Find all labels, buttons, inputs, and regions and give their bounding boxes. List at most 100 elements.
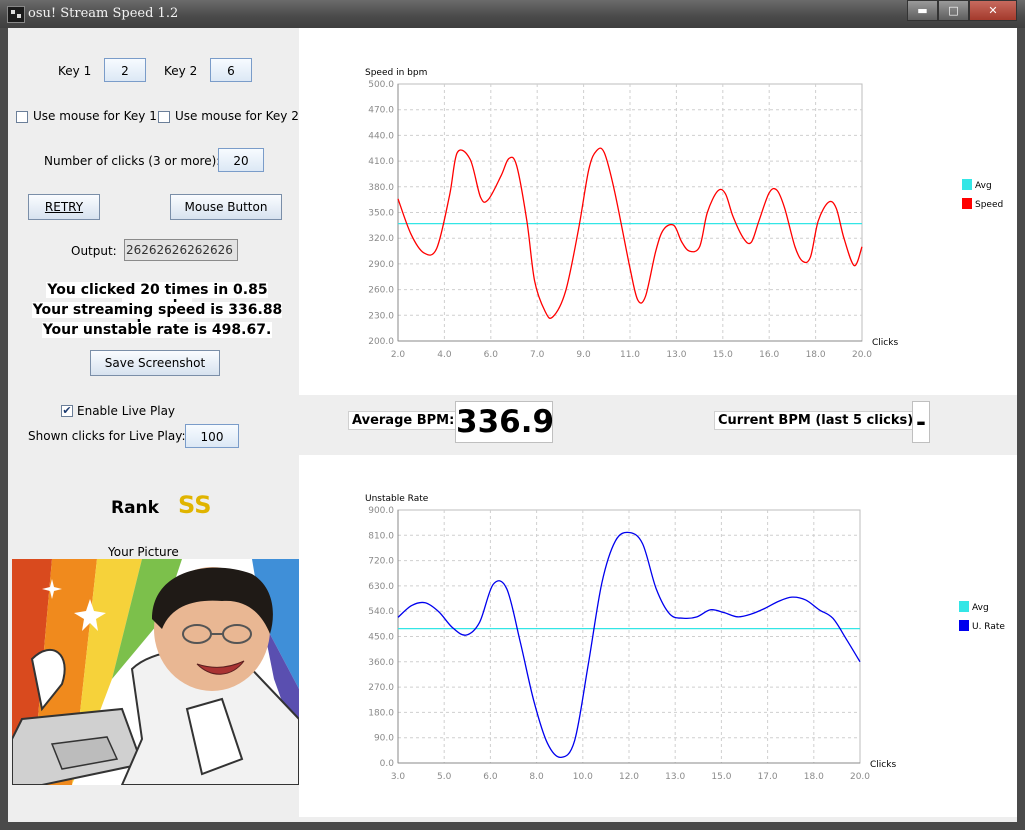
clicks-label: Number of clicks (3 or more): <box>44 154 221 168</box>
y-tick-label: 470.0 <box>368 106 394 116</box>
y-tick-label: 380.0 <box>368 183 394 193</box>
legend-swatch <box>959 620 969 631</box>
legend-swatch <box>959 601 969 612</box>
y-tick-label: 180.0 <box>368 708 394 718</box>
mouse-key2-label: Use mouse for Key 2 <box>175 109 299 123</box>
y-tick-label: 720.0 <box>368 557 394 567</box>
clicks-field[interactable]: 20 <box>218 148 264 172</box>
retry-button[interactable]: RETRY <box>28 194 100 220</box>
legend-label: Avg <box>975 181 992 191</box>
save-screenshot-button[interactable]: Save Screenshot <box>90 350 220 376</box>
result-unstable-rate: Your unstable rate is 498.67. <box>26 322 288 338</box>
legend-swatch <box>962 198 972 209</box>
y-tick-label: 540.0 <box>368 607 394 617</box>
x-tick-label: 13.0 <box>666 350 686 360</box>
mouse-key2-checkbox[interactable] <box>158 111 170 123</box>
x-axis-label: Clicks <box>870 760 896 770</box>
y-tick-label: 200.0 <box>368 337 394 347</box>
key2-label: Key 2 <box>164 64 198 78</box>
y-axis-label: Unstable Rate <box>365 494 429 504</box>
x-tick-label: 20.0 <box>850 772 870 782</box>
unstable-rate-chart-panel: 0.0 90.0 180.0 270.0 360.0 450.0 540.0 630.0 720… <box>299 455 1017 817</box>
y-tick-label: 410.0 <box>368 157 394 167</box>
y-tick-label: 90.0 <box>374 734 394 744</box>
window-frame-right <box>1017 28 1025 830</box>
window-frame-left <box>0 28 8 830</box>
y-tick-label: 270.0 <box>368 683 394 693</box>
meme-illustration <box>12 559 299 785</box>
x-tick-label: 11.0 <box>620 350 640 360</box>
mouse-key1-label: Use mouse for Key 1 <box>33 109 157 123</box>
x-axis-label: Clicks <box>872 338 898 348</box>
live-play-label: Enable Live Play <box>77 404 176 418</box>
x-tick-label: 18.0 <box>804 772 824 782</box>
title-bar[interactable]: osu! Stream Speed 1.2 ▬ □ ✕ <box>0 0 1025 28</box>
y-tick-label: 630.0 <box>368 582 394 592</box>
result-ur-text: Your unstable rate is 498.67. <box>41 322 273 338</box>
y-tick-label: 900.0 <box>368 506 394 516</box>
y-tick-label: 450.0 <box>368 633 394 643</box>
legend-label: Avg <box>972 603 989 613</box>
current-bpm-value: - <box>912 401 930 443</box>
key2-field[interactable]: 6 <box>210 58 252 82</box>
x-tick-label: 9.0 <box>576 350 591 360</box>
x-tick-label: 2.0 <box>391 350 406 360</box>
live-play-checkbox[interactable]: ✔ <box>61 405 73 417</box>
y-tick-label: 230.0 <box>368 311 394 321</box>
average-bpm-value: 336.9 <box>455 401 554 443</box>
close-button[interactable]: ✕ <box>969 0 1017 21</box>
speed-chart: 200.0 230.0 260.0 290.0 320.0 350.0 380.0 410.0… <box>365 68 1003 360</box>
unstable-rate-chart: 0.0 90.0 180.0 270.0 360.0 450.0 540.0 630.0 720… <box>365 494 1005 782</box>
x-tick-label: 18.0 <box>806 350 826 360</box>
y-tick-label: 290.0 <box>368 260 394 270</box>
x-tick-label: 4.0 <box>437 350 452 360</box>
y-tick-label: 260.0 <box>368 286 394 296</box>
mouse-key1-checkbox[interactable] <box>16 111 28 123</box>
output-field[interactable]: 26262626262626 <box>124 239 238 261</box>
minimize-button[interactable]: ▬ <box>907 0 938 21</box>
legend-label: Speed <box>975 200 1003 210</box>
y-tick-label: 500.0 <box>368 80 394 90</box>
x-tick-label: 7.0 <box>530 350 545 360</box>
mouse-button[interactable]: Mouse Button <box>170 194 282 220</box>
user-picture <box>12 559 299 785</box>
settings-panel: Key 1 2 Key 2 6 Use mouse for Key 1 Use … <box>8 28 299 822</box>
window-title: osu! Stream Speed 1.2 <box>28 6 179 21</box>
x-tick-label: 5.0 <box>437 772 452 782</box>
y-tick-label: 350.0 <box>368 209 394 219</box>
y-tick-label: 440.0 <box>368 131 394 141</box>
x-tick-label: 13.0 <box>665 772 685 782</box>
legend-label: U. Rate <box>972 622 1005 632</box>
picture-label: Your Picture <box>108 545 179 559</box>
x-tick-label: 15.0 <box>713 350 733 360</box>
shown-clicks-label: Shown clicks for Live Play: <box>28 429 186 443</box>
x-tick-label: 10.0 <box>573 772 593 782</box>
y-tick-label: 320.0 <box>368 234 394 244</box>
rank-value: SS <box>178 491 212 519</box>
average-bpm-label: Average BPM: <box>348 411 459 430</box>
app-icon <box>7 6 25 23</box>
x-tick-label: 12.0 <box>619 772 639 782</box>
maximize-button[interactable]: □ <box>938 0 969 21</box>
rank-label: Rank <box>111 498 159 518</box>
x-tick-label: 6.0 <box>484 350 499 360</box>
speed-chart-panel: 200.0 230.0 260.0 290.0 320.0 350.0 380.0 410.0… <box>299 28 1017 395</box>
x-tick-label: 6.0 <box>483 772 498 782</box>
y-tick-label: 0.0 <box>380 759 395 769</box>
x-tick-label: 8.0 <box>529 772 544 782</box>
app-window: osu! Stream Speed 1.2 ▬ □ ✕ Key 1 2 Key … <box>0 0 1025 830</box>
x-tick-label: 20.0 <box>852 350 872 360</box>
current-bpm-label: Current BPM (last 5 clicks): <box>714 411 923 430</box>
x-tick-label: 15.0 <box>711 772 731 782</box>
y-tick-label: 360.0 <box>368 658 394 668</box>
x-tick-label: 16.0 <box>759 350 779 360</box>
y-axis-label: Speed in bpm <box>365 68 427 78</box>
y-tick-label: 810.0 <box>368 531 394 541</box>
x-tick-label: 3.0 <box>391 772 406 782</box>
shown-clicks-field[interactable]: 100 <box>185 424 239 448</box>
bpm-bar: Average BPM: 336.9 Current BPM (last 5 c… <box>299 395 1017 455</box>
window-frame-bottom <box>0 822 1025 830</box>
key1-field[interactable]: 2 <box>104 58 146 82</box>
output-label: Output: <box>71 244 117 258</box>
x-tick-label: 17.0 <box>758 772 778 782</box>
